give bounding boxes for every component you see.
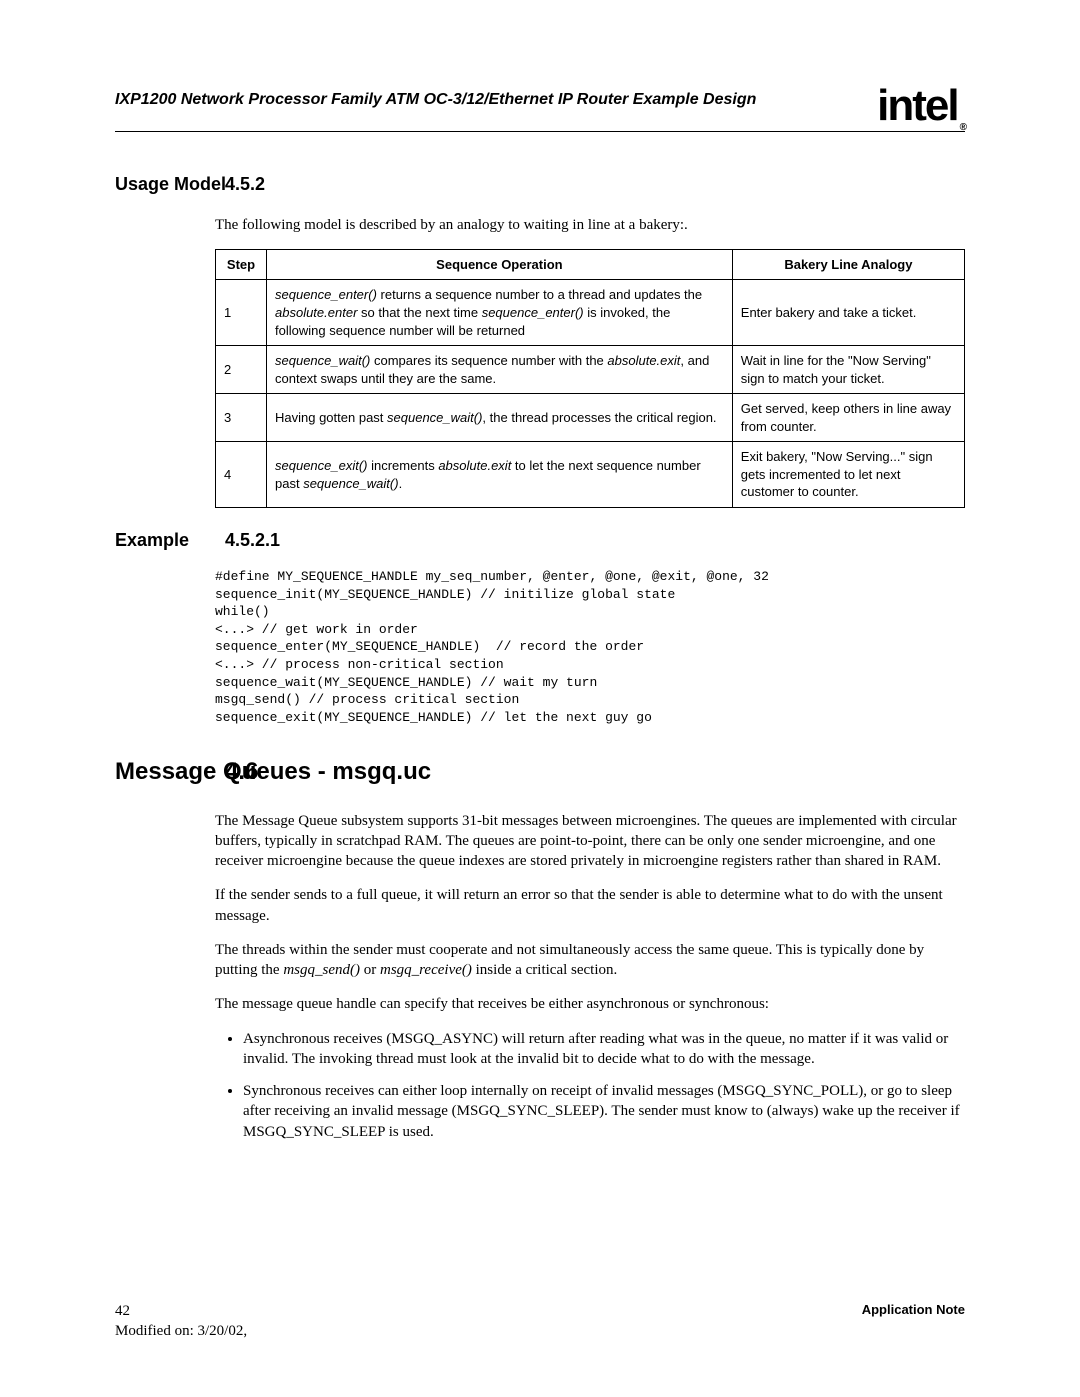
heading-4-5-2-1: 4.5.2.1 Example <box>115 528 965 552</box>
heading-number: 4.6 <box>225 756 258 788</box>
cell-analogy: Enter bakery and take a ticket. <box>732 280 964 346</box>
th-op: Sequence Operation <box>267 249 733 280</box>
heading-4-5-2: 4.5.2 Usage Model <box>115 172 965 196</box>
th-analogy: Bakery Line Analogy <box>732 249 964 280</box>
cell-step: 3 <box>216 394 267 442</box>
list-item: Synchronous receives can either loop int… <box>243 1081 965 1142</box>
table-row: 4sequence_exit() increments absolute.exi… <box>216 442 965 508</box>
cell-step: 4 <box>216 442 267 508</box>
heading-number: 4.5.2 <box>225 172 265 196</box>
heading-4-6: 4.6 Message Queues - msgq.uc <box>115 756 965 788</box>
cell-operation: sequence_enter() returns a sequence numb… <box>267 280 733 346</box>
cell-step: 1 <box>216 280 267 346</box>
heading-title: Example <box>115 530 189 550</box>
cell-analogy: Get served, keep others in line away fro… <box>732 394 964 442</box>
footer-page: 42 <box>115 1303 130 1319</box>
cell-analogy: Wait in line for the "Now Serving" sign … <box>732 346 964 394</box>
heading-title: Usage Model <box>115 174 226 194</box>
cell-analogy: Exit bakery, "Now Serving..." sign gets … <box>732 442 964 508</box>
footer-modified: Modified on: 3/20/02, <box>115 1323 247 1339</box>
list-item: Asynchronous receives (MSGQ_ASYNC) will … <box>243 1029 965 1070</box>
footer-appnote: Application Note <box>862 1301 965 1319</box>
paragraph: The threads within the sender must coope… <box>215 940 965 981</box>
table-row: 2sequence_wait() compares its sequence n… <box>216 346 965 394</box>
heading-title: Message Queues - msgq.uc <box>115 758 431 785</box>
bullet-list: Asynchronous receives (MSGQ_ASYNC) will … <box>215 1029 965 1142</box>
cell-operation: sequence_exit() increments absolute.exit… <box>267 442 733 508</box>
footer: Application Note 42 Modified on: 3/20/02… <box>115 1301 965 1342</box>
cell-step: 2 <box>216 346 267 394</box>
intel-logo: intel® <box>877 76 965 135</box>
header-title: IXP1200 Network Processor Family ATM OC-… <box>115 89 756 111</box>
paragraph: If the sender sends to a full queue, it … <box>215 885 965 926</box>
paragraph: The message queue handle can specify tha… <box>215 994 965 1014</box>
intro-paragraph: The following model is described by an a… <box>215 215 965 235</box>
table-row: 1sequence_enter() returns a sequence num… <box>216 280 965 346</box>
table-row: 3Having gotten past sequence_wait(), the… <box>216 394 965 442</box>
th-step: Step <box>216 249 267 280</box>
running-header: IXP1200 Network Processor Family ATM OC-… <box>115 70 965 132</box>
cell-operation: Having gotten past sequence_wait(), the … <box>267 394 733 442</box>
heading-number: 4.5.2.1 <box>225 528 280 552</box>
paragraph: The Message Queue subsystem supports 31-… <box>215 811 965 872</box>
sequence-table: Step Sequence Operation Bakery Line Anal… <box>215 249 965 508</box>
code-example: #define MY_SEQUENCE_HANDLE my_seq_number… <box>215 568 965 726</box>
cell-operation: sequence_wait() compares its sequence nu… <box>267 346 733 394</box>
